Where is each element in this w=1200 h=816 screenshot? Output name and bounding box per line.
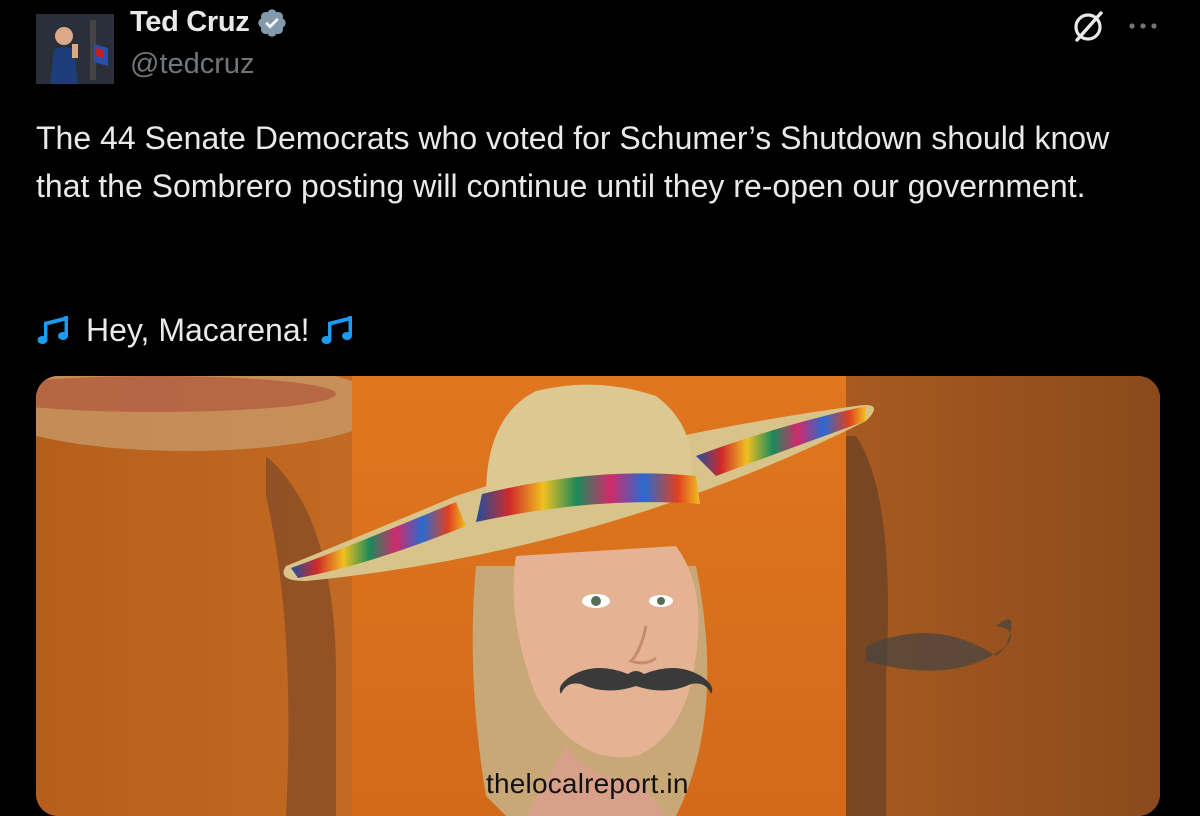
music-notes-icon [36, 310, 76, 350]
tweet-image [36, 376, 1160, 816]
music-notes-icon [320, 310, 360, 350]
tweet-text-line: Hey, Macarena! [36, 306, 360, 354]
tweet-media-image[interactable] [36, 376, 1160, 816]
more-options-icon[interactable] [1124, 10, 1164, 40]
author-name-row: Ted Cruz [130, 6, 288, 39]
author-handle[interactable]: @tedcruz [130, 48, 255, 81]
watermark-text: thelocalreport.in [486, 768, 689, 799]
grok-icon[interactable] [1068, 6, 1108, 46]
tweet-text: The 44 Senate Democrats who voted for Sc… [36, 120, 1110, 204]
author-avatar[interactable] [36, 14, 114, 84]
verified-badge-icon [256, 7, 288, 39]
avatar-photo [36, 14, 114, 84]
author-display-name[interactable]: Ted Cruz [130, 6, 250, 39]
tweet-text-macarena: Hey, Macarena! [86, 312, 310, 348]
